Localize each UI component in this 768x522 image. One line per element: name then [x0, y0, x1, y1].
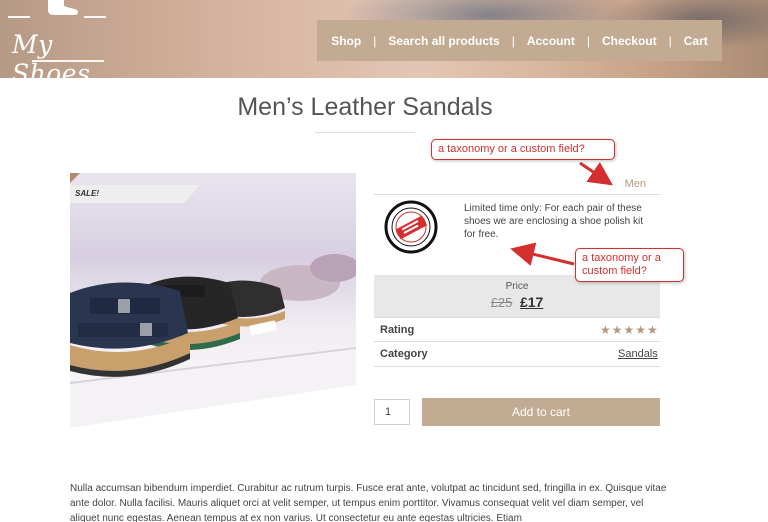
- main-nav: Shop | Search all products | Account | C…: [317, 20, 722, 61]
- add-to-cart-button[interactable]: Add to cart: [422, 398, 660, 426]
- title-divider: [315, 132, 415, 133]
- special-offer-stamp-icon: [384, 200, 438, 254]
- header-hero: My Shoes Shop | Search all products | Ac…: [0, 0, 768, 78]
- rating-stars-icon: ★★★★★: [600, 323, 659, 337]
- divider: [374, 366, 660, 367]
- product-title: Men’s Leather Sandals: [237, 93, 493, 121]
- product-image[interactable]: SALE!: [70, 173, 356, 456]
- gender-term[interactable]: Men: [600, 178, 646, 190]
- nav-checkout[interactable]: Checkout: [602, 34, 657, 48]
- annotation-callout-line: a taxonomy or a: [582, 252, 661, 264]
- boot-icon: [48, 0, 78, 15]
- site-logo[interactable]: My Shoes: [8, 0, 108, 78]
- rating-label: Rating: [380, 324, 415, 336]
- nav-cart[interactable]: Cart: [684, 34, 708, 48]
- divider: [374, 317, 660, 318]
- quantity-input[interactable]: 1: [374, 399, 410, 425]
- sale-badge: SALE!: [70, 185, 200, 203]
- annotation-callout: a taxonomy or a custom field?: [575, 248, 684, 282]
- arrow-to-offer-text: [510, 242, 575, 266]
- category-label: Category: [380, 348, 428, 360]
- offer-text: Limited time only: For each pair of thes…: [464, 203, 643, 240]
- sale-badge-corner: [70, 173, 80, 183]
- divider: [374, 341, 660, 342]
- sandals-photo: [70, 254, 356, 456]
- old-price: £25: [490, 295, 513, 310]
- divider: [374, 194, 660, 195]
- nav-account[interactable]: Account: [527, 34, 575, 48]
- nav-search-all-products[interactable]: Search all products: [388, 34, 499, 48]
- nav-shop[interactable]: Shop: [331, 34, 361, 48]
- product-description: Nulla accumsan bibendum imperdiet. Curab…: [70, 483, 667, 522]
- annotation-callout-line: custom field?: [582, 265, 647, 277]
- category-link[interactable]: Sandals: [618, 348, 658, 360]
- sale-price: £17: [519, 294, 544, 310]
- logo-text: My Shoes: [12, 30, 91, 78]
- annotation-callout: a taxonomy or a custom field?: [431, 139, 615, 160]
